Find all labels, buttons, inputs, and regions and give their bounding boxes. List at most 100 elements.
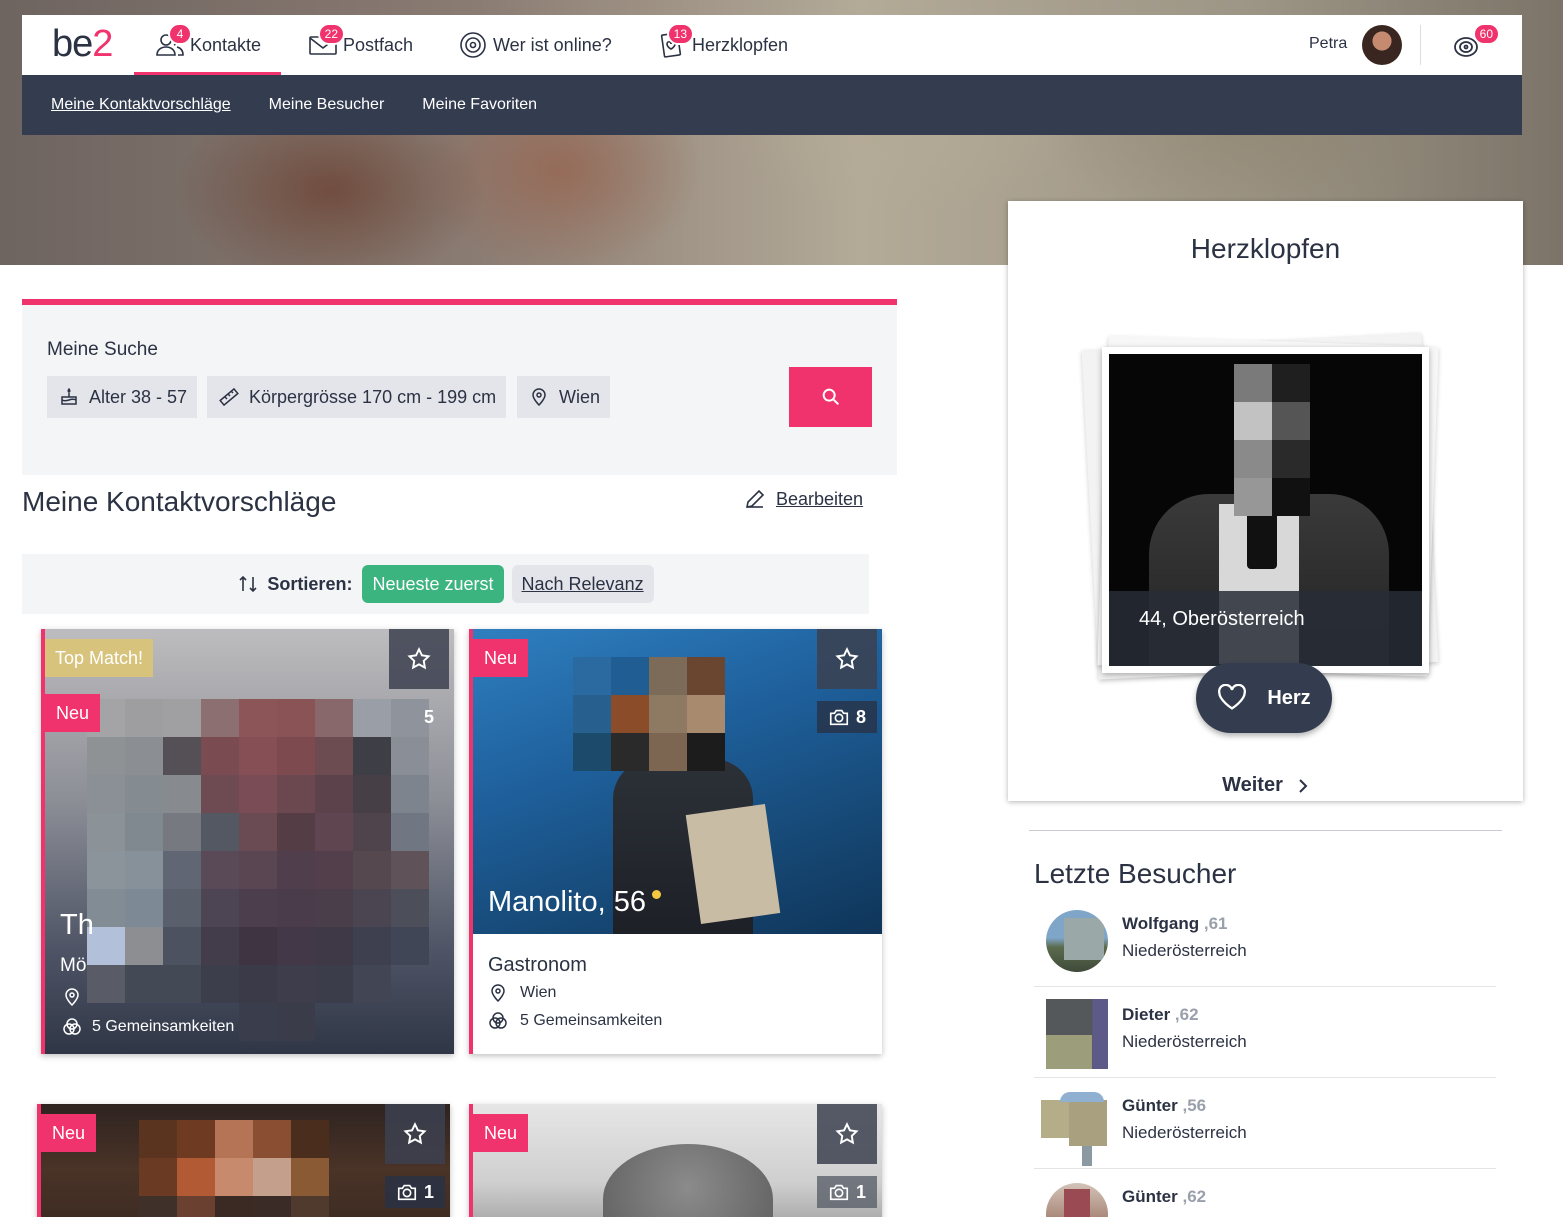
camera-icon [397,1184,417,1201]
edit-link[interactable]: Bearbeiten [744,488,863,510]
photo-count: 8 [817,701,877,733]
camera-icon [829,709,849,726]
divider [1029,830,1502,831]
visitor-region: Niederösterreich [1122,1123,1247,1142]
nav-heartbeat[interactable]: 13 Herzklopfen [656,15,788,75]
visitor-name: Dieter ,62 [1122,1005,1199,1024]
common-interests: 5 Gemeinsamkeiten [62,1017,234,1037]
height-filter-chip[interactable]: Körpergrösse 170 cm - 199 cm [207,376,507,418]
nav-inbox[interactable]: 22 Postfach [307,15,413,75]
pixelated-face [1234,364,1310,516]
heart-button[interactable]: Herz [1196,663,1332,733]
visitor-avatar [1046,910,1108,972]
herzklopfen-widget: Herzklopfen 44, Oberösterreich Herz Weit… [1008,201,1523,801]
nav-heartbeat-label: Herzklopfen [692,34,789,55]
pencil-icon [745,489,765,509]
star-icon [835,1122,859,1145]
visitor-name: Günter ,62 [1122,1187,1207,1206]
sort-relevance-button[interactable]: Nach Relevanz [511,565,654,603]
brand-logo[interactable]: be2 [52,23,113,66]
nav-contacts[interactable]: 4 Kontakte [133,15,282,76]
visitor-item[interactable]: Günter ,62 [1034,1169,1496,1217]
star-icon [835,647,859,670]
herzklopfen-profile-card[interactable]: 44, Oberösterreich [1102,347,1429,673]
new-badge: Neu [473,639,529,677]
visitor-item[interactable]: Günter ,56 Niederösterreich [1034,1078,1496,1169]
heartbeat-badge: 13 [666,23,694,45]
cake-icon [61,387,77,405]
nav-divider [1420,25,1421,65]
age-filter-chip[interactable]: Alter 38 - 57 [47,376,198,418]
new-badge: Neu [473,1114,529,1152]
new-badge: Neu [41,1114,97,1152]
next-button[interactable]: Weiter [1008,774,1523,797]
search-button[interactable] [789,367,872,427]
profile-city: Wien [488,983,867,1003]
ruler-icon [219,387,239,407]
coins-badge: 60 [1472,23,1500,45]
profile-card[interactable]: Neu 1 [469,1104,882,1217]
search-title: Meine Suche [47,339,158,360]
subnav-favorites[interactable]: Meine Favoriten [422,96,537,114]
photo-count: 5 [423,706,434,727]
profile-card[interactable]: Top Match! Neu 5 Th Mö 5 Gemeinsamkeiten [41,629,454,1054]
contacts-badge: 4 [168,23,192,45]
envelope-icon: 22 [307,23,345,59]
visitor-avatar [1041,1092,1108,1166]
nav-inbox-label: Postfach [343,34,414,55]
visitor-region: Niederösterreich [1122,941,1247,960]
height-filter-label: Körpergrösse 170 cm - 199 cm [249,386,497,407]
profile-name: Manolito, 56 [488,886,661,919]
herzklopfen-photo: 44, Oberösterreich [1109,354,1422,666]
visitor-name: Wolfgang ,61 [1122,914,1228,933]
favorite-star-button[interactable] [385,1104,445,1164]
visitor-name: Günter ,56 [1122,1096,1207,1115]
top-navigation: be2 4 Kontakte 22 Postfach Wer ist onlin… [22,15,1522,76]
nav-contacts-label: Kontakte [190,34,262,55]
star-icon [407,647,431,670]
profile-card[interactable]: Neu 1 [37,1104,450,1217]
heart-icon [1218,684,1247,710]
location-filter-chip[interactable]: Wien [517,376,611,418]
herzklopfen-title: Herzklopfen [1190,233,1341,264]
nav-online[interactable]: Wer ist online? [457,15,612,75]
common-interests: 5 Gemeinsamkeiten [488,1011,867,1031]
user-name[interactable]: Petra [1309,35,1347,53]
location-pin-icon [65,988,79,1007]
herzklopfen-caption: 44, Oberösterreich [1109,591,1422,666]
subnav-suggestions[interactable]: Meine Kontaktvorschläge [51,96,231,114]
favorite-star-button[interactable] [389,629,449,689]
favorite-star-button[interactable] [817,629,877,689]
last-visitors-title: Letzte Besucher [1034,858,1237,889]
inbox-badge: 22 [317,23,345,45]
sort-newest-button[interactable]: Neueste zuerst [362,565,504,603]
favorite-star-button[interactable] [817,1104,877,1164]
profile-job: Mö [60,955,87,976]
top-match-badge: Top Match! [45,639,154,677]
edit-link-label: Bearbeiten [776,488,864,509]
sort-arrows-icon [239,575,257,593]
online-indicator [652,890,661,899]
visitor-item[interactable]: Dieter ,62 Niederösterreich [1034,987,1496,1078]
star-icon [403,1122,427,1145]
new-badge: Neu [45,694,101,732]
user-avatar[interactable] [1362,25,1402,65]
profile-card[interactable]: Neu 8 Manolito, 56 Gastronom Wien 5 Geme… [469,629,882,1054]
venn-icon [63,1018,81,1035]
coins-button[interactable]: 60 [1452,23,1500,61]
venn-icon [489,1012,507,1029]
location-pin-icon [532,388,546,407]
subnav-visitors[interactable]: Meine Besucher [269,96,385,114]
profile-info: Gastronom Wien 5 Gemeinsamkeiten [473,934,882,1054]
pixelated-face [139,1120,329,1217]
visitor-item[interactable]: Wolfgang ,61 Niederösterreich [1034,896,1496,987]
search-icon [822,388,839,406]
nav-online-label: Wer ist online? [493,34,612,55]
sort-bar: Sortieren: Neueste zuerst Nach Relevanz [22,554,869,614]
sub-navigation: Meine Kontaktvorschläge Meine Besucher M… [22,75,1522,135]
profile-name: Th [60,909,94,941]
online-radar-icon [457,31,489,59]
pixelated-face [87,699,429,1041]
profile-job: Gastronom [488,954,587,976]
photo-bag [685,803,781,925]
